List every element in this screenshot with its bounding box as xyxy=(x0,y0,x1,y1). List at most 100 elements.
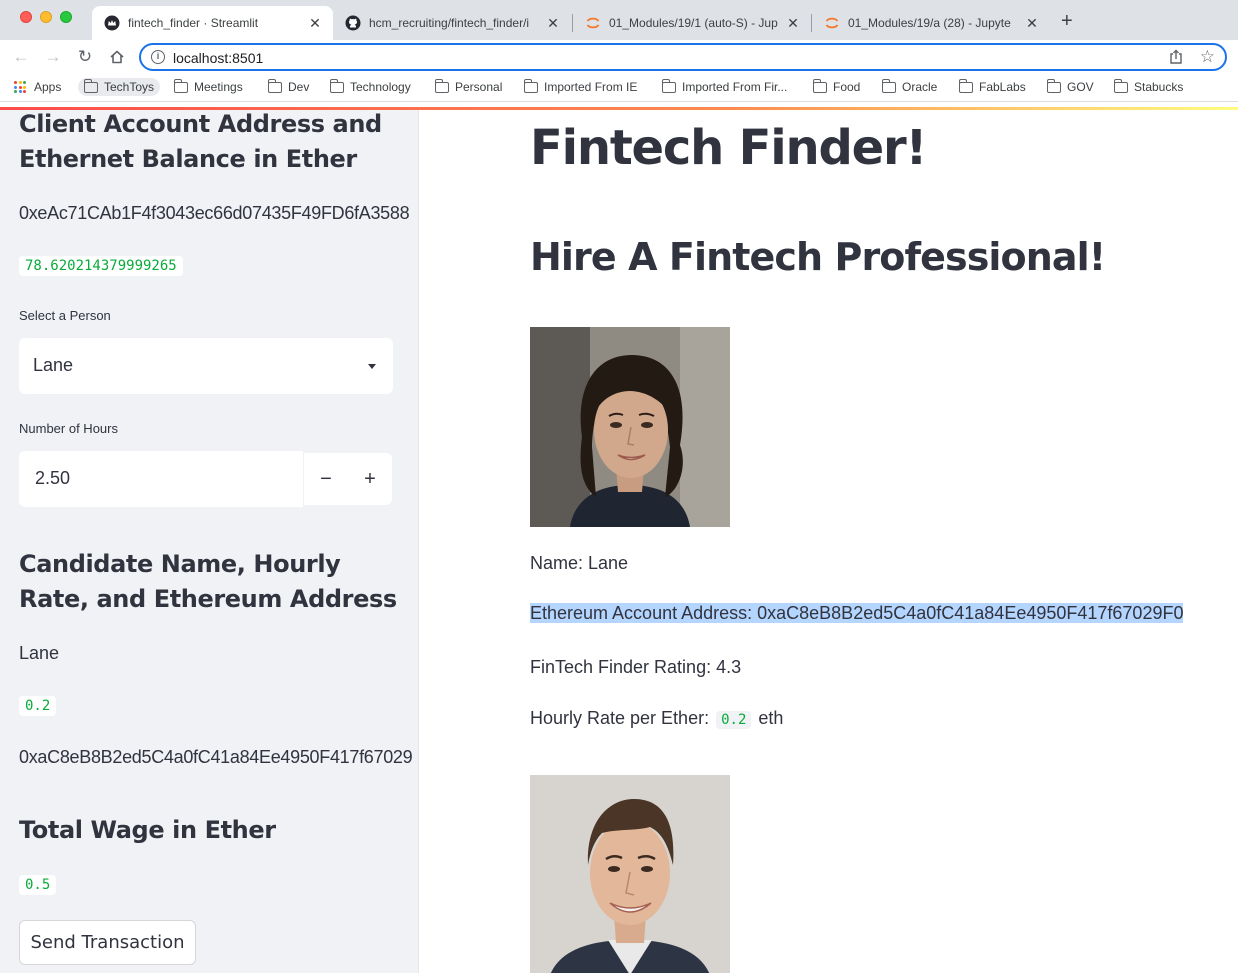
folder-icon xyxy=(524,78,538,93)
hours-label: Number of Hours xyxy=(19,421,118,436)
bookmark-label: Technology xyxy=(350,80,411,94)
bookmark-meetings[interactable]: Meetings xyxy=(174,78,243,94)
browser-toolbar: ← → ↻ i localhost:8501 ☆ xyxy=(0,40,1238,74)
increment-button[interactable]: + xyxy=(348,453,392,505)
bookmark-label: Oracle xyxy=(902,80,938,94)
selected-text: Ethereum Account Address: 0xaC8eB8B2ed5C… xyxy=(530,603,1184,623)
main-content: Fintech Finder! Hire A Fintech Professio… xyxy=(420,110,1238,973)
folder-icon xyxy=(813,78,827,93)
folder-icon xyxy=(1114,78,1128,93)
minimize-window-button[interactable] xyxy=(40,11,52,23)
bookmark-label: Stabucks xyxy=(1134,80,1184,94)
candidate-address-text: Ethereum Account Address: 0xaC8eB8B2ed5C… xyxy=(530,603,1184,624)
bookmarks-bar: Apps TechToys Meetings Dev Technology Pe… xyxy=(0,74,1238,102)
tab-title: fintech_finder · Streamlit xyxy=(128,16,259,30)
rate-suffix: eth xyxy=(758,708,784,728)
browser-tab-jupyter-2[interactable]: 01_Modules/19/a (28) - Jupyte ✕ xyxy=(812,6,1050,40)
bookmark-technology[interactable]: Technology xyxy=(330,78,411,94)
candidate-photo-next xyxy=(530,775,730,973)
folder-icon xyxy=(268,78,282,93)
bookmark-dev[interactable]: Dev xyxy=(268,78,310,94)
bookmark-label: Dev xyxy=(288,80,310,94)
forward-icon[interactable]: → xyxy=(42,46,64,68)
candidate-address: 0xaC8eB8B2ed5C4a0fC41a84Ee4950F417f67029 xyxy=(19,747,413,767)
close-icon[interactable]: ✕ xyxy=(785,15,801,32)
new-tab-button[interactable]: + xyxy=(1061,10,1073,33)
hours-input-value: 2.50 xyxy=(35,468,71,488)
candidate-name: Lane xyxy=(19,643,60,663)
tab-title: 01_Modules/19/a (28) - Jupyte xyxy=(848,16,1011,30)
page-title: Fintech Finder! xyxy=(530,120,927,176)
folder-icon xyxy=(882,78,896,93)
bookmark-label: Imported From Fir... xyxy=(682,80,788,94)
person-select-value: Lane xyxy=(33,355,74,375)
candidate-rate-text: Hourly Rate per Ether: 0.2 eth xyxy=(530,708,783,729)
sidebar: Client Account Address and Ethernet Bala… xyxy=(0,110,419,973)
bookmark-gov[interactable]: GOV xyxy=(1047,78,1094,94)
total-wage-header: Total Wage in Ether xyxy=(19,816,276,844)
decrement-button[interactable]: − xyxy=(304,453,348,505)
url-text: localhost:8501 xyxy=(173,50,264,66)
bookmark-techtoys[interactable]: TechToys xyxy=(78,78,161,96)
bookmark-star-icon[interactable]: ☆ xyxy=(1200,47,1215,67)
bookmark-food[interactable]: Food xyxy=(813,78,861,94)
send-transaction-button[interactable]: Send Transaction xyxy=(19,920,196,965)
bookmark-imported-ie[interactable]: Imported From IE xyxy=(524,78,638,94)
candidate-rate: 0.2 xyxy=(19,696,57,716)
hours-input[interactable]: 2.50 xyxy=(19,451,303,507)
jupyter-icon xyxy=(585,15,601,31)
browser-tab-streamlit[interactable]: fintech_finder · Streamlit ✕ xyxy=(92,6,333,40)
bookmark-stabucks[interactable]: Stabucks xyxy=(1114,78,1184,94)
home-icon[interactable] xyxy=(106,46,128,68)
person-select[interactable]: Lane xyxy=(19,338,393,394)
close-icon[interactable]: ✕ xyxy=(1024,15,1040,32)
bookmark-label: Food xyxy=(833,80,861,94)
select-person-label: Select a Person xyxy=(19,308,111,323)
bookmark-label: GOV xyxy=(1067,80,1094,94)
share-icon[interactable] xyxy=(1169,49,1183,68)
apps-grid-icon xyxy=(14,81,26,93)
candidate-info-header: Candidate Name, Hourly Rate, and Ethereu… xyxy=(19,550,397,613)
site-info-icon[interactable]: i xyxy=(151,50,165,64)
reload-icon[interactable]: ↻ xyxy=(74,46,96,68)
jupyter-icon xyxy=(824,15,840,31)
bookmark-apps[interactable]: Apps xyxy=(14,80,61,94)
tab-title: hcm_recruiting/fintech_finder/i xyxy=(369,16,530,30)
bookmark-label: TechToys xyxy=(104,80,155,94)
bookmark-oracle[interactable]: Oracle xyxy=(882,78,938,94)
rate-value: 0.2 xyxy=(716,711,752,729)
folder-icon xyxy=(174,78,188,93)
close-icon[interactable]: ✕ xyxy=(307,15,323,32)
close-window-button[interactable] xyxy=(20,11,32,23)
bookmark-label: Meetings xyxy=(194,80,243,94)
browser-tab-jupyter-1[interactable]: 01_Modules/19/1 (auto-S) - Jup ✕ xyxy=(573,6,811,40)
folder-icon xyxy=(435,78,449,93)
browser-tab-bar: fintech_finder · Streamlit ✕ hcm_recruit… xyxy=(0,0,1238,40)
candidate-rating-text: FinTech Finder Rating: 4.3 xyxy=(530,657,742,677)
caret-down-icon xyxy=(368,364,376,369)
back-icon[interactable]: ← xyxy=(10,46,32,68)
bookmark-label: FabLabs xyxy=(979,80,1026,94)
address-bar[interactable]: i localhost:8501 ☆ xyxy=(139,43,1227,71)
client-balance: 78.620214379999265 xyxy=(19,256,183,276)
folder-icon xyxy=(959,78,973,93)
client-account-header: Client Account Address and Ethernet Bala… xyxy=(19,110,382,173)
folder-icon xyxy=(84,78,98,93)
bookmark-fablabs[interactable]: FabLabs xyxy=(959,78,1026,94)
folder-icon xyxy=(662,78,676,93)
close-icon[interactable]: ✕ xyxy=(545,15,561,32)
folder-icon xyxy=(330,78,344,93)
rate-prefix: Hourly Rate per Ether: xyxy=(530,708,710,728)
bookmark-imported-firefox[interactable]: Imported From Fir... xyxy=(662,78,788,94)
folder-icon xyxy=(1047,78,1061,93)
tab-title: 01_Modules/19/1 (auto-S) - Jup xyxy=(609,16,778,30)
streamlit-crown-icon xyxy=(104,15,120,31)
bookmark-label: Personal xyxy=(455,80,503,94)
bookmark-personal[interactable]: Personal xyxy=(435,78,503,94)
browser-tab-github[interactable]: hcm_recruiting/fintech_finder/i ✕ xyxy=(333,6,571,40)
page-subtitle: Hire A Fintech Professional! xyxy=(530,235,1106,279)
github-icon xyxy=(345,15,361,31)
candidate-photo-lane xyxy=(530,327,730,527)
bookmark-label: Imported From IE xyxy=(544,80,638,94)
maximize-window-button[interactable] xyxy=(60,11,72,23)
